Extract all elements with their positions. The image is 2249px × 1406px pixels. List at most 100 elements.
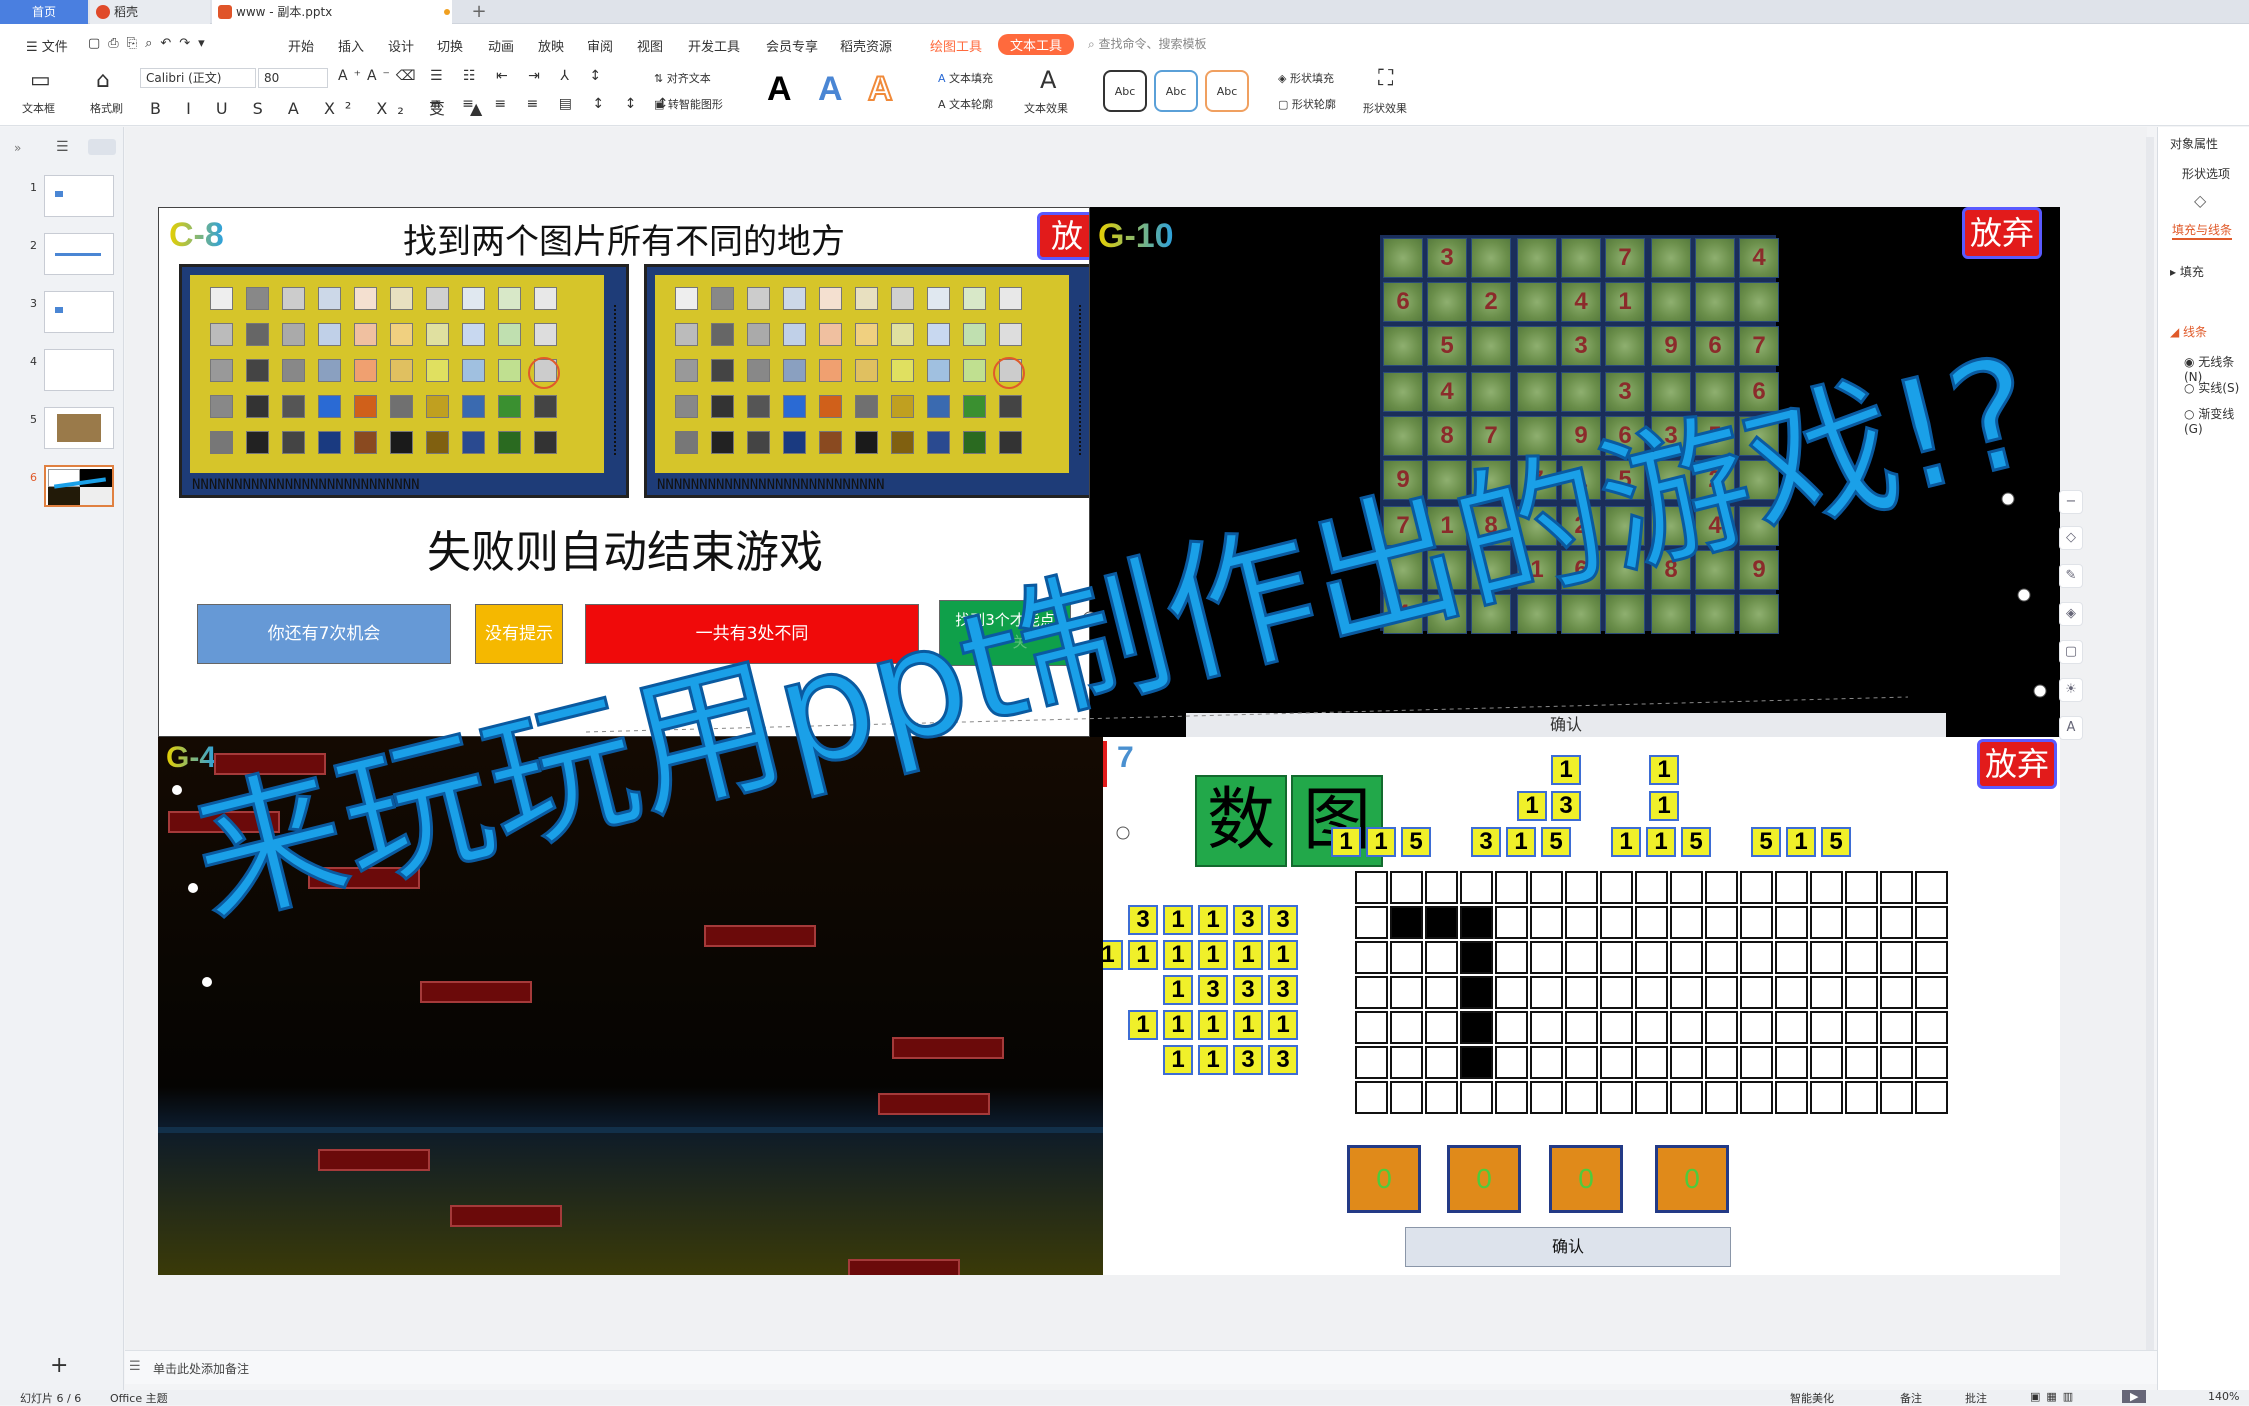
nonogram-cell[interactable] [1740,976,1773,1009]
nonogram-cell[interactable] [1775,941,1808,974]
nonogram-cell[interactable] [1600,906,1633,939]
font-size-select[interactable]: 80 [258,68,328,88]
sudoku-cell[interactable]: 5 [1427,326,1467,366]
nonogram-cell[interactable] [1530,1081,1563,1114]
nonogram-cell[interactable] [1390,1081,1423,1114]
sudoku-cell[interactable]: 3 [1427,238,1467,278]
text-effect-icon[interactable]: A [1040,66,1056,94]
brick[interactable] [318,1149,430,1171]
color-swatch[interactable] [927,431,950,454]
menu-review[interactable]: 审阅 [587,36,613,55]
beautify-button[interactable]: 智能美化 [1790,1390,1834,1406]
color-swatch[interactable] [354,323,377,346]
color-swatch[interactable] [711,323,734,346]
nonogram-cell[interactable] [1460,1081,1493,1114]
nonogram-cell[interactable] [1705,906,1738,939]
list-icons[interactable]: ☰ ☷ ⇤ ⇥ ⅄ ↕ [430,68,609,84]
color-swatch[interactable] [462,359,485,382]
view-mode-icons[interactable]: ▣▦▥ [2030,1390,2079,1403]
nonogram-cell[interactable] [1775,1046,1808,1079]
fill-section[interactable]: ▸ 填充 [2170,263,2204,280]
sudoku-cell[interactable]: 7 [1383,506,1423,546]
color-swatch[interactable] [246,431,269,454]
sudoku-cell[interactable] [1561,372,1601,412]
nonogram-cell[interactable] [1740,1046,1773,1079]
menu-transition[interactable]: 切换 [437,36,463,55]
nonogram-cell[interactable] [1390,871,1423,904]
notes-placeholder[interactable]: 单击此处添加备注 [153,1360,249,1377]
sudoku-cell[interactable]: 8 [1471,506,1511,546]
sudoku-cell[interactable] [1383,326,1423,366]
menu-design[interactable]: 设计 [388,36,414,55]
sudoku-cell[interactable]: 2 [1471,282,1511,322]
sudoku-cell[interactable] [1651,506,1691,546]
shape-fill-button[interactable]: ◈ 形状填充 [1278,70,1334,86]
color-swatch[interactable] [318,287,341,310]
nonogram-cell[interactable] [1880,1011,1913,1044]
counter-box[interactable]: 0 [1549,1145,1623,1213]
nonogram-cell[interactable] [1670,906,1703,939]
sudoku-cell[interactable]: 8 [1427,416,1467,456]
menu-view[interactable]: 视图 [637,36,663,55]
sudoku-cell[interactable] [1383,550,1423,590]
color-swatch[interactable] [498,287,521,310]
nonogram-cell[interactable] [1495,906,1528,939]
color-swatch[interactable] [246,359,269,382]
nonogram-cell[interactable] [1460,871,1493,904]
format-painter-icon[interactable]: ⌂ [96,68,110,93]
hint-button[interactable]: 没有提示 [475,604,563,664]
color-swatch[interactable] [891,359,914,382]
nonogram-cell[interactable] [1845,941,1878,974]
color-swatch[interactable] [675,323,698,346]
sudoku-cell[interactable] [1561,594,1601,634]
sudoku-cell[interactable]: 6 [1739,372,1779,412]
confirm-button[interactable]: 确认 [1405,1227,1731,1267]
sudoku-cell[interactable] [1427,282,1467,322]
nonogram-cell[interactable] [1565,1011,1598,1044]
sudoku-cell[interactable] [1383,238,1423,278]
nonogram-cell[interactable] [1495,1011,1528,1044]
nonogram-cell[interactable] [1705,1046,1738,1079]
color-swatch[interactable] [855,287,878,310]
color-swatch[interactable] [783,287,806,310]
color-swatch[interactable] [747,395,770,418]
nonogram-cell[interactable] [1530,976,1563,1009]
nonogram-cell[interactable] [1390,941,1423,974]
slide-thumbnail-5[interactable] [44,407,114,449]
sudoku-cell[interactable] [1695,282,1735,322]
color-swatch[interactable] [927,323,950,346]
color-swatch[interactable] [927,359,950,382]
sudoku-cell[interactable] [1383,372,1423,412]
nonogram-cell[interactable] [1600,941,1633,974]
sudoku-cell[interactable]: 4 [1695,506,1735,546]
sudoku-cell[interactable] [1739,594,1779,634]
sudoku-cell[interactable]: 7 [1517,460,1557,500]
sudoku-cell[interactable]: 4 [1427,372,1467,412]
menu-animation[interactable]: 动画 [488,36,514,55]
nonogram-cell[interactable] [1670,1081,1703,1114]
color-swatch[interactable] [675,287,698,310]
nonogram-cell[interactable] [1915,906,1948,939]
color-swatch[interactable] [246,395,269,418]
nonogram-cell[interactable] [1425,976,1458,1009]
slide[interactable]: C-8 找到两个图片所有不同的地方 放 NNNNNNNNNNNNNNNNNNNN… [158,207,2060,1275]
tab-home[interactable]: 首页 [0,0,88,24]
color-swatch[interactable] [318,359,341,382]
color-swatch[interactable] [390,323,413,346]
nonogram-cell[interactable] [1495,976,1528,1009]
nonogram-cell[interactable] [1635,1046,1668,1079]
brick[interactable] [848,1259,960,1275]
sudoku-cell[interactable] [1471,550,1511,590]
nonogram-cell[interactable] [1845,871,1878,904]
color-swatch[interactable] [675,395,698,418]
sudoku-cell[interactable] [1517,238,1557,278]
sudoku-cell[interactable] [1471,594,1511,634]
nonogram-cell[interactable] [1565,976,1598,1009]
nonogram-cell[interactable] [1670,976,1703,1009]
sudoku-cell[interactable] [1695,238,1735,278]
sudoku-cell[interactable]: 2 [1695,460,1735,500]
menu-slideshow[interactable]: 放映 [538,36,564,55]
color-swatch[interactable] [390,287,413,310]
nonogram-cell[interactable] [1810,906,1843,939]
nonogram-cell[interactable] [1740,871,1773,904]
